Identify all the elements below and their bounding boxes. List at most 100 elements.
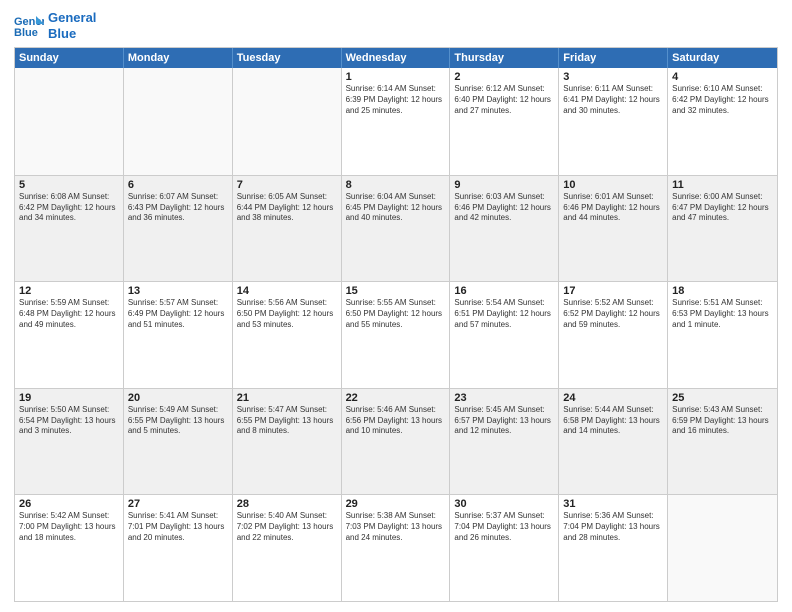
weekday-header-tuesday: Tuesday: [233, 48, 342, 68]
day-number: 21: [237, 392, 337, 404]
day-info: Sunrise: 6:04 AM Sunset: 6:45 PM Dayligh…: [346, 192, 446, 224]
day-cell-23: 23Sunrise: 5:45 AM Sunset: 6:57 PM Dayli…: [450, 389, 559, 495]
day-cell-4: 4Sunrise: 6:10 AM Sunset: 6:42 PM Daylig…: [668, 68, 777, 175]
day-cell-21: 21Sunrise: 5:47 AM Sunset: 6:55 PM Dayli…: [233, 389, 342, 495]
day-cell-26: 26Sunrise: 5:42 AM Sunset: 7:00 PM Dayli…: [15, 495, 124, 601]
day-cell-5: 5Sunrise: 6:08 AM Sunset: 6:42 PM Daylig…: [15, 176, 124, 282]
day-info: Sunrise: 6:05 AM Sunset: 6:44 PM Dayligh…: [237, 192, 337, 224]
day-number: 17: [563, 285, 663, 297]
day-number: 29: [346, 498, 446, 510]
day-number: 28: [237, 498, 337, 510]
day-cell-15: 15Sunrise: 5:55 AM Sunset: 6:50 PM Dayli…: [342, 282, 451, 388]
day-number: 2: [454, 71, 554, 83]
logo: General Blue General Blue: [14, 10, 96, 41]
day-cell-20: 20Sunrise: 5:49 AM Sunset: 6:55 PM Dayli…: [124, 389, 233, 495]
day-cell-12: 12Sunrise: 5:59 AM Sunset: 6:48 PM Dayli…: [15, 282, 124, 388]
day-info: Sunrise: 5:47 AM Sunset: 6:55 PM Dayligh…: [237, 405, 337, 437]
day-number: 8: [346, 179, 446, 191]
day-cell-19: 19Sunrise: 5:50 AM Sunset: 6:54 PM Dayli…: [15, 389, 124, 495]
day-cell-24: 24Sunrise: 5:44 AM Sunset: 6:58 PM Dayli…: [559, 389, 668, 495]
day-cell-17: 17Sunrise: 5:52 AM Sunset: 6:52 PM Dayli…: [559, 282, 668, 388]
day-info: Sunrise: 6:11 AM Sunset: 6:41 PM Dayligh…: [563, 84, 663, 116]
day-number: 23: [454, 392, 554, 404]
day-info: Sunrise: 5:59 AM Sunset: 6:48 PM Dayligh…: [19, 298, 119, 330]
day-cell-10: 10Sunrise: 6:01 AM Sunset: 6:46 PM Dayli…: [559, 176, 668, 282]
day-cell-27: 27Sunrise: 5:41 AM Sunset: 7:01 PM Dayli…: [124, 495, 233, 601]
day-number: 19: [19, 392, 119, 404]
empty-cell: [668, 495, 777, 601]
calendar-row-4: 19Sunrise: 5:50 AM Sunset: 6:54 PM Dayli…: [15, 388, 777, 495]
day-info: Sunrise: 6:01 AM Sunset: 6:46 PM Dayligh…: [563, 192, 663, 224]
day-number: 5: [19, 179, 119, 191]
day-info: Sunrise: 5:36 AM Sunset: 7:04 PM Dayligh…: [563, 511, 663, 543]
calendar-row-3: 12Sunrise: 5:59 AM Sunset: 6:48 PM Dayli…: [15, 281, 777, 388]
weekday-header-thursday: Thursday: [450, 48, 559, 68]
day-info: Sunrise: 5:46 AM Sunset: 6:56 PM Dayligh…: [346, 405, 446, 437]
day-cell-29: 29Sunrise: 5:38 AM Sunset: 7:03 PM Dayli…: [342, 495, 451, 601]
day-cell-13: 13Sunrise: 5:57 AM Sunset: 6:49 PM Dayli…: [124, 282, 233, 388]
day-cell-30: 30Sunrise: 5:37 AM Sunset: 7:04 PM Dayli…: [450, 495, 559, 601]
day-info: Sunrise: 6:08 AM Sunset: 6:42 PM Dayligh…: [19, 192, 119, 224]
day-number: 26: [19, 498, 119, 510]
calendar-header: SundayMondayTuesdayWednesdayThursdayFrid…: [15, 48, 777, 68]
day-info: Sunrise: 6:00 AM Sunset: 6:47 PM Dayligh…: [672, 192, 773, 224]
svg-text:Blue: Blue: [14, 27, 38, 38]
day-info: Sunrise: 5:42 AM Sunset: 7:00 PM Dayligh…: [19, 511, 119, 543]
day-number: 24: [563, 392, 663, 404]
calendar-row-5: 26Sunrise: 5:42 AM Sunset: 7:00 PM Dayli…: [15, 494, 777, 601]
day-number: 6: [128, 179, 228, 191]
day-info: Sunrise: 6:10 AM Sunset: 6:42 PM Dayligh…: [672, 84, 773, 116]
calendar-body: 1Sunrise: 6:14 AM Sunset: 6:39 PM Daylig…: [15, 68, 777, 601]
day-number: 15: [346, 285, 446, 297]
day-info: Sunrise: 5:54 AM Sunset: 6:51 PM Dayligh…: [454, 298, 554, 330]
day-number: 10: [563, 179, 663, 191]
day-number: 16: [454, 285, 554, 297]
day-info: Sunrise: 5:43 AM Sunset: 6:59 PM Dayligh…: [672, 405, 773, 437]
day-cell-7: 7Sunrise: 6:05 AM Sunset: 6:44 PM Daylig…: [233, 176, 342, 282]
day-cell-31: 31Sunrise: 5:36 AM Sunset: 7:04 PM Dayli…: [559, 495, 668, 601]
day-number: 18: [672, 285, 773, 297]
day-number: 3: [563, 71, 663, 83]
day-number: 25: [672, 392, 773, 404]
day-cell-28: 28Sunrise: 5:40 AM Sunset: 7:02 PM Dayli…: [233, 495, 342, 601]
day-cell-25: 25Sunrise: 5:43 AM Sunset: 6:59 PM Dayli…: [668, 389, 777, 495]
day-info: Sunrise: 5:51 AM Sunset: 6:53 PM Dayligh…: [672, 298, 773, 330]
day-info: Sunrise: 5:38 AM Sunset: 7:03 PM Dayligh…: [346, 511, 446, 543]
day-number: 9: [454, 179, 554, 191]
day-cell-16: 16Sunrise: 5:54 AM Sunset: 6:51 PM Dayli…: [450, 282, 559, 388]
day-number: 13: [128, 285, 228, 297]
weekday-header-monday: Monday: [124, 48, 233, 68]
day-info: Sunrise: 6:12 AM Sunset: 6:40 PM Dayligh…: [454, 84, 554, 116]
day-cell-11: 11Sunrise: 6:00 AM Sunset: 6:47 PM Dayli…: [668, 176, 777, 282]
day-info: Sunrise: 6:07 AM Sunset: 6:43 PM Dayligh…: [128, 192, 228, 224]
day-cell-9: 9Sunrise: 6:03 AM Sunset: 6:46 PM Daylig…: [450, 176, 559, 282]
day-info: Sunrise: 5:41 AM Sunset: 7:01 PM Dayligh…: [128, 511, 228, 543]
day-info: Sunrise: 5:57 AM Sunset: 6:49 PM Dayligh…: [128, 298, 228, 330]
header: General Blue General Blue: [14, 10, 778, 41]
day-number: 4: [672, 71, 773, 83]
day-number: 7: [237, 179, 337, 191]
calendar-row-1: 1Sunrise: 6:14 AM Sunset: 6:39 PM Daylig…: [15, 68, 777, 175]
day-info: Sunrise: 6:14 AM Sunset: 6:39 PM Dayligh…: [346, 84, 446, 116]
day-cell-22: 22Sunrise: 5:46 AM Sunset: 6:56 PM Dayli…: [342, 389, 451, 495]
day-info: Sunrise: 5:52 AM Sunset: 6:52 PM Dayligh…: [563, 298, 663, 330]
empty-cell: [15, 68, 124, 175]
calendar: SundayMondayTuesdayWednesdayThursdayFrid…: [14, 47, 778, 602]
day-cell-3: 3Sunrise: 6:11 AM Sunset: 6:41 PM Daylig…: [559, 68, 668, 175]
day-number: 22: [346, 392, 446, 404]
day-number: 30: [454, 498, 554, 510]
weekday-header-saturday: Saturday: [668, 48, 777, 68]
logo-icon: General Blue: [14, 14, 44, 38]
day-number: 11: [672, 179, 773, 191]
day-info: Sunrise: 6:03 AM Sunset: 6:46 PM Dayligh…: [454, 192, 554, 224]
day-info: Sunrise: 5:55 AM Sunset: 6:50 PM Dayligh…: [346, 298, 446, 330]
day-cell-14: 14Sunrise: 5:56 AM Sunset: 6:50 PM Dayli…: [233, 282, 342, 388]
logo-text: General Blue: [48, 10, 96, 41]
day-number: 27: [128, 498, 228, 510]
day-info: Sunrise: 5:50 AM Sunset: 6:54 PM Dayligh…: [19, 405, 119, 437]
day-info: Sunrise: 5:56 AM Sunset: 6:50 PM Dayligh…: [237, 298, 337, 330]
page: General Blue General Blue SundayMondayTu…: [0, 0, 792, 612]
day-number: 31: [563, 498, 663, 510]
day-cell-18: 18Sunrise: 5:51 AM Sunset: 6:53 PM Dayli…: [668, 282, 777, 388]
day-cell-2: 2Sunrise: 6:12 AM Sunset: 6:40 PM Daylig…: [450, 68, 559, 175]
